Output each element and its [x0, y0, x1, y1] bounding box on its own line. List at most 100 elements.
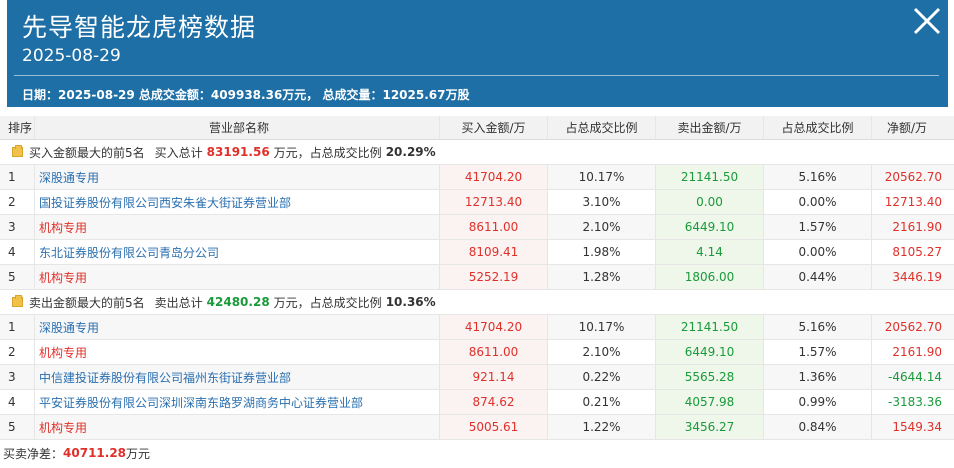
sell-amount-cell: 4.14 — [656, 240, 764, 264]
sell-amount-cell: 21141.50 — [656, 315, 764, 339]
wallet-icon — [12, 295, 23, 307]
rank-cell: 2 — [0, 340, 35, 364]
net-amount-cell: 8105.27 — [892, 245, 942, 259]
seat-name-link[interactable]: 东北证券股份有限公司青岛分公司 — [35, 240, 440, 264]
col-seat-name[interactable]: 营业部名称 — [35, 116, 440, 139]
col-sell-amount[interactable]: 卖出金额/万 — [656, 116, 764, 139]
table-row: 2 国投证券股份有限公司西安朱雀大街证券营业部 12713.40 3.10% 0.00 0… — [0, 190, 954, 215]
col-buy-amount[interactable]: 买入金额/万 — [440, 116, 548, 139]
sell-total-value: 42480.28 — [206, 295, 270, 309]
buy-ratio-cell: 3.10% — [548, 190, 656, 214]
buy-total-unit: 万元，占总成交比例 — [273, 145, 382, 160]
buy-amount-cell: 41704.20 — [440, 165, 548, 189]
net-amount-cell: 3446.19 — [892, 270, 942, 284]
sell-amount-cell: 21141.50 — [656, 165, 764, 189]
sell-total-ratio: 10.36% — [385, 295, 436, 309]
net-difference-label: 买卖净差： — [3, 446, 64, 461]
buy-total-value: 83191.56 — [206, 145, 270, 159]
seat-name-link[interactable]: 机构专用 — [35, 415, 440, 439]
buy-total-ratio: 20.29% — [385, 145, 436, 159]
sell-total-label: 卖出总计 — [154, 295, 203, 310]
sell-amount-cell: 5565.28 — [656, 365, 764, 389]
net-amount-cell: 2161.90 — [892, 220, 942, 234]
sell-ratio-cell: 0.00% — [764, 190, 872, 214]
sell-rows: 1 深股通专用 41704.20 10.17% 21141.50 5.16% 20562.7… — [0, 315, 954, 440]
buy-section-header: 买入金额最大的前5名 买入总计 83191.56 万元，占总成交比例 20.29… — [0, 140, 954, 165]
close-icon[interactable] — [910, 4, 944, 38]
rank-cell: 4 — [0, 390, 35, 414]
page-title: 先导智能龙虎榜数据 — [22, 13, 257, 42]
buy-amount-cell: 5252.19 — [440, 265, 548, 289]
rank-cell: 5 — [0, 415, 35, 439]
seat-name-link[interactable]: 国投证券股份有限公司西安朱雀大街证券营业部 — [35, 190, 440, 214]
seat-name-link[interactable]: 深股通专用 — [35, 315, 440, 339]
net-difference-unit: 万元 — [126, 446, 151, 461]
net-difference-value: 40711.28 — [63, 446, 127, 460]
table-row: 4 东北证券股份有限公司青岛分公司 8109.41 1.98% 4.14 0.00% 810… — [0, 240, 954, 265]
table-row: 5 机构专用 5005.61 1.22% 3456.27 0.84% 1549.34 — [0, 415, 954, 440]
sell-ratio-cell: 1.57% — [764, 215, 872, 239]
net-amount-cell: 2161.90 — [892, 345, 942, 359]
seat-name-link[interactable]: 平安证券股份有限公司深圳深南东路罗湖商务中心证券营业部 — [35, 390, 440, 414]
sell-amount-cell: 3456.27 — [656, 415, 764, 439]
table-row: 4 平安证券股份有限公司深圳深南东路罗湖商务中心证券营业部 874.62 0.21% 4… — [0, 390, 954, 415]
buy-total-label: 买入总计 — [154, 145, 203, 160]
header-panel: 先导智能龙虎榜数据 2025-08-29 日期：2025-08-29 总成交金额… — [7, 0, 948, 107]
buy-ratio-cell: 1.28% — [548, 265, 656, 289]
sell-section-label: 卖出金额最大的前5名 — [29, 295, 145, 310]
dragon-tiger-table: 排序 营业部名称 买入金额/万 占总成交比例 卖出金额/万 占总成交比例 净额/… — [0, 116, 954, 466]
buy-ratio-cell: 10.17% — [548, 315, 656, 339]
buy-ratio-cell: 0.21% — [548, 390, 656, 414]
rank-cell: 1 — [0, 165, 35, 189]
seat-name-link[interactable]: 机构专用 — [35, 215, 440, 239]
buy-amount-cell: 12713.40 — [440, 190, 548, 214]
buy-ratio-cell: 10.17% — [548, 165, 656, 189]
sell-ratio-cell: 0.99% — [764, 390, 872, 414]
sell-ratio-cell: 0.84% — [764, 415, 872, 439]
buy-amount-cell: 5005.61 — [440, 415, 548, 439]
table-row: 1 深股通专用 41704.20 10.17% 21141.50 5.16% 20562.7… — [0, 165, 954, 190]
table-header-row: 排序 营业部名称 买入金额/万 占总成交比例 卖出金额/万 占总成交比例 净额/… — [0, 116, 954, 140]
rank-cell: 1 — [0, 315, 35, 339]
rank-cell: 5 — [0, 265, 35, 289]
seat-name-link[interactable]: 中信建投证券股份有限公司福州东街证券营业部 — [35, 365, 440, 389]
sell-section-header: 卖出金额最大的前5名 卖出总计 42480.28 万元，占总成交比例 10.36… — [0, 290, 954, 315]
seat-name-link[interactable]: 机构专用 — [35, 340, 440, 364]
net-amount-cell: -4644.14 — [888, 370, 942, 384]
table-row: 3 中信建投证券股份有限公司福州东街证券营业部 921.14 0.22% 5565.28… — [0, 365, 954, 390]
col-net-amount[interactable]: 净额/万 — [872, 116, 954, 139]
rank-cell: 3 — [0, 365, 35, 389]
col-rank[interactable]: 排序 — [0, 116, 35, 139]
buy-amount-cell: 8611.00 — [440, 340, 548, 364]
buy-section-label: 买入金额最大的前5名 — [29, 145, 145, 160]
sell-amount-cell: 6449.10 — [656, 340, 764, 364]
buy-amount-cell: 8109.41 — [440, 240, 548, 264]
buy-rows: 1 深股通专用 41704.20 10.17% 21141.50 5.16% 20562.7… — [0, 165, 954, 290]
sell-total-unit: 万元，占总成交比例 — [273, 295, 382, 310]
buy-amount-cell: 41704.20 — [440, 315, 548, 339]
sell-amount-cell: 0.00 — [656, 190, 764, 214]
table-row: 5 机构专用 5252.19 1.28% 1806.00 0.44% 3446.19 — [0, 265, 954, 290]
wallet-icon — [12, 145, 23, 157]
buy-ratio-cell: 1.98% — [548, 240, 656, 264]
buy-amount-cell: 8611.00 — [440, 215, 548, 239]
sell-ratio-cell: 1.57% — [764, 340, 872, 364]
table-row: 1 深股通专用 41704.20 10.17% 21141.50 5.16% 20562.7… — [0, 315, 954, 340]
page-date: 2025-08-29 — [22, 46, 121, 66]
header-divider — [14, 75, 939, 76]
table-row: 2 机构专用 8611.00 2.10% 6449.10 1.57% 2161.90 — [0, 340, 954, 365]
sell-amount-cell: 4057.98 — [656, 390, 764, 414]
seat-name-link[interactable]: 机构专用 — [35, 265, 440, 289]
seat-name-link[interactable]: 深股通专用 — [35, 165, 440, 189]
net-amount-cell: -3183.36 — [888, 395, 942, 409]
sell-amount-cell: 1806.00 — [656, 265, 764, 289]
col-sell-ratio[interactable]: 占总成交比例 — [764, 116, 872, 139]
sell-amount-cell: 6449.10 — [656, 215, 764, 239]
sell-ratio-cell: 0.44% — [764, 265, 872, 289]
buy-amount-cell: 921.14 — [440, 365, 548, 389]
sell-ratio-cell: 1.36% — [764, 365, 872, 389]
trade-summary: 日期：2025-08-29 总成交金额：409938.36万元， 总成交量：12… — [22, 88, 470, 102]
buy-ratio-cell: 2.10% — [548, 215, 656, 239]
buy-ratio-cell: 1.22% — [548, 415, 656, 439]
col-buy-ratio[interactable]: 占总成交比例 — [548, 116, 656, 139]
